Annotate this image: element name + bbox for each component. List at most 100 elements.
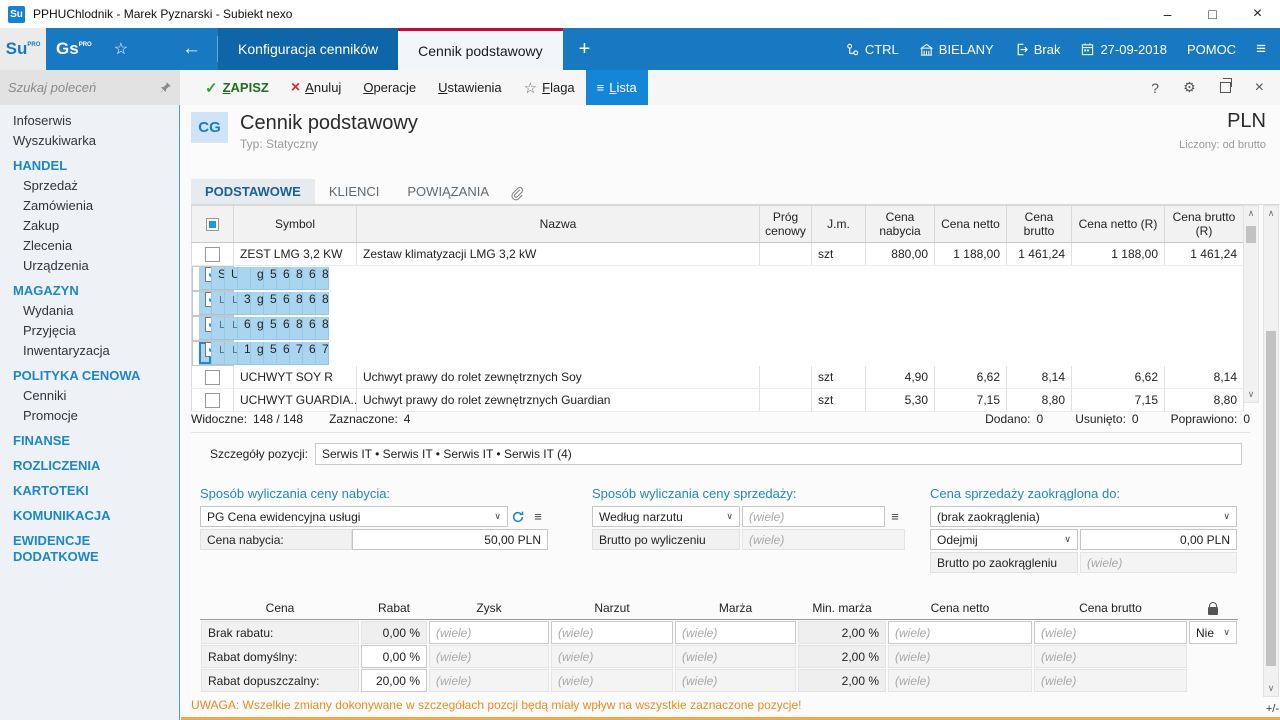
cell-cena-brutto[interactable]: 82,41 <box>290 292 303 315</box>
col-cena-netto-r[interactable]: Cena netto (R) <box>1072 206 1165 243</box>
sidebar-section-handel[interactable]: HANDEL <box>0 156 179 176</box>
cell-cena-netto-r[interactable]: 66,00 <box>303 317 316 340</box>
sidebar-item-sprzedaz[interactable]: Sprzedaż <box>0 176 179 196</box>
close-icon[interactable]: × <box>1235 0 1280 28</box>
cell-cena-brutto[interactable]: 1 461,24 <box>1007 243 1072 266</box>
back-arrow-icon[interactable]: ← <box>166 28 217 70</box>
cell-cena-netto[interactable]: 6,62 <box>935 366 1007 389</box>
table-row[interactable]: ZEST LMG 3,2 KW Zestaw klimatyzacji LMG … <box>192 243 1244 266</box>
net-price-input[interactable]: (wiele) <box>888 621 1032 644</box>
save-button[interactable]: ✓ ZAPISZ <box>194 70 280 105</box>
cell-cena-nabycia[interactable]: 50,00 <box>264 267 277 290</box>
cell-nazwa[interactable]: Zestaw klimatyzacji LMG 3,2 kW <box>357 243 760 266</box>
col-cena-nabycia[interactable]: Cena nabycia <box>866 206 935 243</box>
col-cena-netto[interactable]: Cena netto <box>935 206 1007 243</box>
row-checkbox[interactable] <box>199 317 212 340</box>
cell-cena-nabycia[interactable]: 50,00 <box>264 342 277 365</box>
rounding-op-select[interactable]: Odejmij∨ <box>930 529 1078 550</box>
cell-cena-nabycia[interactable]: 880,00 <box>866 243 935 266</box>
cell-jm[interactable]: godz <box>251 292 264 315</box>
sidebar-item-infoserwis[interactable]: Infoserwis <box>0 111 179 131</box>
list-button[interactable]: ≡ Lista <box>586 70 648 105</box>
lock-select[interactable]: Nie∨ <box>1189 621 1237 644</box>
cell-cena-netto[interactable]: 67,00 <box>277 292 290 315</box>
rounding-amount-input[interactable]: 0,00 PLN <box>1080 529 1237 550</box>
purchase-method-select[interactable]: PG Cena ewidencyjna usługi∨ <box>200 506 508 527</box>
cell-cena-brutto-r[interactable]: 81,18 <box>316 317 329 340</box>
cell-symbol[interactable]: ZEST LMG 3,2 KW <box>234 243 357 266</box>
cell-cena-brutto[interactable]: 83,03 <box>290 267 303 290</box>
tab-konfiguracja-cennikow[interactable]: Konfiguracja cenników <box>218 28 398 70</box>
restore-window-icon[interactable] <box>1220 82 1231 93</box>
gear-icon[interactable]: ⚙ <box>1183 79 1196 96</box>
sidebar-section-finanse[interactable]: FINANSE <box>0 431 179 451</box>
scroll-down-icon[interactable]: ∨ <box>1244 389 1258 400</box>
col-cena-brutto[interactable]: Cena brutto <box>1007 206 1072 243</box>
tab-cennik-podstawowy[interactable]: Cennik podstawowy <box>398 28 563 70</box>
sale-method-value-input[interactable]: (wiele) <box>742 506 885 527</box>
cell-symbol[interactable]: Serwis IT <box>212 267 225 290</box>
col-prog-cenowy[interactable]: Próg cenowy <box>760 206 812 243</box>
rounding-mode-select[interactable]: (brak zaokrąglenia)∨ <box>930 506 1237 527</box>
cell-nazwa[interactable]: ∟ Usługa serwisowa IT <box>225 317 238 340</box>
cell-cena-brutto-r[interactable]: 82,41 <box>316 292 329 315</box>
tab-klienci[interactable]: KLIENCI <box>315 179 394 204</box>
cell-nazwa[interactable]: Uchwyt prawy do rolet zewnętrznych Soy <box>357 366 760 389</box>
help-menu[interactable]: POMOC <box>1187 42 1236 57</box>
cell-cena-brutto-r[interactable]: 8,14 <box>1165 366 1244 389</box>
shift-button[interactable]: Brak <box>1014 42 1061 57</box>
sidebar-item-urzadzenia[interactable]: Urządzenia <box>0 256 179 276</box>
cell-nazwa[interactable]: ∟ Usługa serwisowa IT <box>225 342 238 365</box>
cell-cena-netto-r[interactable]: 67,50 <box>303 267 316 290</box>
pin-icon[interactable] <box>159 81 172 94</box>
menu-icon[interactable]: ≡ <box>528 506 548 527</box>
cell-cena-netto-r[interactable]: 1 188,00 <box>1072 243 1165 266</box>
sidebar-item-zlecenia[interactable]: Zlecenia <box>0 236 179 256</box>
tab-podstawowe[interactable]: PODSTAWOWE <box>191 179 315 204</box>
cell-cena-nabycia[interactable]: 50,00 <box>264 317 277 340</box>
cell-prog[interactable] <box>760 243 812 266</box>
date-button[interactable]: 27-09-2018 <box>1080 42 1167 57</box>
table-scrollbar[interactable]: ∧ ∨ <box>1243 205 1259 403</box>
tab-powiazania[interactable]: POWIĄZANIA <box>393 179 503 204</box>
scroll-up-icon[interactable]: ∧ <box>1264 208 1278 219</box>
cell-jm[interactable]: godz <box>251 317 264 340</box>
gestor-logo[interactable]: GsPRO <box>46 28 102 70</box>
sidebar-section-kartoteki[interactable]: KARTOTEKI <box>0 481 179 501</box>
cell-cena-netto-r[interactable]: 64,00 <box>303 342 316 365</box>
cell-cena-brutto-r[interactable]: 83,03 <box>316 267 329 290</box>
cell-cena-netto[interactable]: 64,00 <box>277 342 290 365</box>
col-cena-brutto-r[interactable]: Cena brutto (R) <box>1165 206 1244 243</box>
branch-button[interactable]: BIELANY <box>919 42 994 57</box>
discount-input[interactable]: 20,00 % <box>361 669 427 692</box>
cell-prog[interactable] <box>760 366 812 389</box>
row-checkbox-focused[interactable] <box>199 342 212 365</box>
cell-prog[interactable]: 6,0 <box>238 317 251 340</box>
cell-cena-brutto[interactable]: 81,18 <box>290 317 303 340</box>
scrollbar-thumb[interactable] <box>1246 226 1256 243</box>
sidebar-section-polityka-cenowa[interactable]: POLITYKA CENOWA <box>0 366 179 386</box>
minimize-icon[interactable]: – <box>1145 0 1190 28</box>
sidebar-item-zamowienia[interactable]: Zamówienia <box>0 196 179 216</box>
close-view-icon[interactable]: × <box>1255 79 1264 97</box>
table-row[interactable]: Serwis IT Usługa serwisowa IT godz 50,00… <box>192 266 234 291</box>
cell-nazwa[interactable]: Usługa serwisowa IT <box>225 267 238 290</box>
cell-cena-netto-r[interactable]: 67,00 <box>303 292 316 315</box>
scrollbar-thumb[interactable] <box>1266 331 1276 666</box>
flag-button[interactable]: ☆ Flaga <box>513 70 586 105</box>
command-search-input[interactable]: Szukaj poleceń <box>0 70 180 105</box>
maximize-icon[interactable]: □ <box>1190 0 1235 28</box>
cell-symbol[interactable]: ∟ Serwis IT <box>212 342 225 365</box>
table-row[interactable]: ∟ Serwis IT ∟ Usługa serwisowa IT 10,0 g… <box>192 341 234 366</box>
cell-cena-netto[interactable]: 66,00 <box>277 317 290 340</box>
cell-cena-brutto-r[interactable]: 78,72 <box>316 342 329 365</box>
table-row[interactable]: ∟ Serwis IT ∟ Usługa serwisowa IT 3,0 go… <box>192 291 234 316</box>
sale-method-select[interactable]: Według narzutu∨ <box>592 506 740 527</box>
sidebar-section-ewidencje-dodatkowe[interactable]: EWIDENCJE DODATKOWE <box>0 531 179 567</box>
col-jm[interactable]: J.m. <box>812 206 866 243</box>
sidebar-section-magazyn[interactable]: MAGAZYN <box>0 281 179 301</box>
sidebar-item-wyszukiwarka[interactable]: Wyszukiwarka <box>0 131 179 151</box>
cell-prog[interactable]: 3,0 <box>238 292 251 315</box>
markup-input[interactable]: (wiele) <box>551 621 673 644</box>
cell-cena-brutto[interactable]: 8,14 <box>1007 366 1072 389</box>
